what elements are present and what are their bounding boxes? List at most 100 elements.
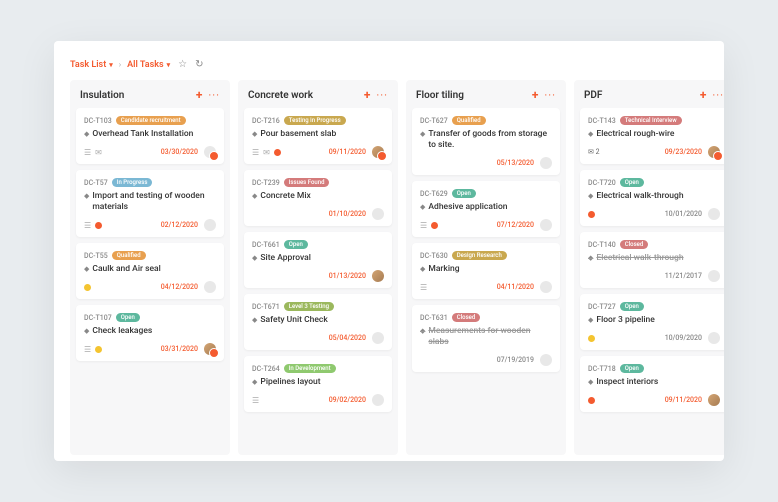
avatar-wrap [369, 394, 384, 406]
card-footer: ☰✉ 09/11/2020 [252, 146, 384, 158]
task-card[interactable]: DC-T727 Open ◆ Floor 3 pipeline 10/09/20… [580, 294, 724, 350]
status-badge: Testing in Progress [284, 116, 346, 125]
card-footer: 01/13/2020 [252, 270, 384, 282]
assignee-avatar[interactable] [540, 281, 552, 293]
task-card[interactable]: DC-T661 Open ◆ Site Approval 01/13/2020 [244, 232, 392, 288]
task-card[interactable]: DC-T627 Qualified ◆ Transfer of goods fr… [412, 108, 560, 175]
task-title: ◆ Marking [420, 264, 552, 275]
star-icon[interactable]: ☆ [178, 59, 187, 70]
task-card[interactable]: DC-T264 In Development ◆ Pipelines layou… [244, 356, 392, 412]
assignee-avatar[interactable] [540, 354, 552, 366]
avatar-wrap [537, 157, 552, 169]
task-title: ◆ Inspect interiors [588, 377, 720, 388]
column-menu-button[interactable]: ··· [544, 89, 556, 102]
chat-icon: ✉ [263, 148, 270, 157]
task-card[interactable]: DC-T720 Open ◆ Electrical walk-through 1… [580, 170, 724, 226]
card-footer: ☰ 03/31/2020 [84, 343, 216, 355]
assignee-avatar[interactable] [708, 332, 720, 344]
comment-count: ✉ 2 [588, 148, 600, 156]
card-footer: ☰ 02/12/2020 [84, 219, 216, 231]
add-card-button[interactable]: + [700, 88, 707, 102]
assignee-avatar[interactable] [540, 219, 552, 231]
column-menu-button[interactable]: ··· [208, 89, 220, 102]
breadcrumb-list[interactable]: Task List ▾ [70, 60, 113, 70]
card-header: DC-T107 Open [84, 313, 216, 322]
assignee-avatar[interactable] [372, 394, 384, 406]
diamond-icon: ◆ [84, 265, 89, 274]
column-body: DC-T627 Qualified ◆ Transfer of goods fr… [406, 108, 566, 455]
column-header: Floor tiling + ··· [406, 80, 566, 108]
task-id: DC-T216 [252, 117, 280, 125]
footer-left [84, 284, 91, 291]
avatar-wrap [705, 332, 720, 344]
task-card[interactable]: DC-T140 Closed ◆ Electrical walk-through… [580, 232, 724, 288]
add-card-button[interactable]: + [532, 88, 539, 102]
assignee-avatar[interactable] [708, 208, 720, 220]
alert-badge [209, 348, 219, 358]
assignee-avatar[interactable] [372, 332, 384, 344]
diamond-icon: ◆ [84, 192, 89, 201]
due-date: 10/01/2020 [665, 210, 702, 218]
task-card[interactable]: DC-T143 Technical Interview ◆ Electrical… [580, 108, 724, 164]
footer-right: 09/11/2020 [329, 146, 384, 158]
task-id: DC-T661 [252, 241, 280, 249]
task-card[interactable]: DC-T57 In Progress ◆ Import and testing … [76, 170, 224, 237]
footer-right: 10/01/2020 [665, 208, 720, 220]
refresh-icon[interactable]: ↻ [195, 59, 203, 70]
priority-dot [588, 397, 595, 404]
card-footer: 07/19/2019 [420, 354, 552, 366]
card-header: DC-T143 Technical Interview [588, 116, 720, 125]
task-card[interactable]: DC-T630 Design Research ◆ Marking ☰ 04/1… [412, 243, 560, 299]
task-card[interactable]: DC-T671 Level 3 Testing ◆ Safety Unit Ch… [244, 294, 392, 350]
column-menu-button[interactable]: ··· [712, 89, 724, 102]
priority-dot [95, 222, 102, 229]
footer-right: 09/23/2020 [665, 146, 720, 158]
assignee-avatar[interactable] [372, 208, 384, 220]
task-title: ◆ Overhead Tank Installation [84, 129, 216, 140]
column-body: DC-T143 Technical Interview ◆ Electrical… [574, 108, 724, 455]
diamond-icon: ◆ [252, 130, 257, 139]
assignee-avatar[interactable] [204, 219, 216, 231]
footer-left [588, 397, 595, 404]
footer-left: ☰✉ [252, 148, 281, 157]
task-title: ◆ Safety Unit Check [252, 315, 384, 326]
footer-left: ☰ [420, 283, 427, 292]
breadcrumb-filter[interactable]: All Tasks ▾ [127, 60, 170, 70]
task-card[interactable]: DC-T629 Open ◆ Adhesive application ☰ 07… [412, 181, 560, 237]
column-menu-button[interactable]: ··· [376, 89, 388, 102]
footer-right: 09/11/2020 [665, 394, 720, 406]
column-body: DC-T216 Testing in Progress ◆ Pour basem… [238, 108, 398, 455]
add-card-button[interactable]: + [364, 88, 371, 102]
add-card-button[interactable]: + [196, 88, 203, 102]
diamond-icon: ◆ [420, 327, 425, 336]
task-card[interactable]: DC-T718 Open ◆ Inspect interiors 09/11/2… [580, 356, 724, 412]
column-title: Floor tiling [416, 90, 464, 101]
assignee-avatar[interactable] [372, 270, 384, 282]
task-card[interactable]: DC-T216 Testing in Progress ◆ Pour basem… [244, 108, 392, 164]
chat-icon: ✉ [95, 148, 102, 157]
assignee-avatar[interactable] [204, 281, 216, 293]
assignee-avatar[interactable] [540, 157, 552, 169]
avatar-wrap [369, 332, 384, 344]
diamond-icon: ◆ [84, 327, 89, 336]
footer-right: 01/13/2020 [329, 270, 384, 282]
task-card[interactable]: DC-T107 Open ◆ Check leakages ☰ 03/31/20… [76, 305, 224, 361]
card-header: DC-T671 Level 3 Testing [252, 302, 384, 311]
avatar-wrap [705, 208, 720, 220]
card-footer: 01/10/2020 [252, 208, 384, 220]
assignee-avatar[interactable] [708, 270, 720, 282]
card-footer: 09/11/2020 [588, 394, 720, 406]
task-id: DC-T239 [252, 179, 280, 187]
footer-right: 05/13/2020 [497, 157, 552, 169]
task-card[interactable]: DC-T103 Candidate recruitment ◆ Overhead… [76, 108, 224, 164]
assignee-avatar[interactable] [708, 394, 720, 406]
due-date: 05/13/2020 [497, 159, 534, 167]
task-card[interactable]: DC-T239 Issues Found ◆ Concrete Mix 01/1… [244, 170, 392, 226]
avatar-wrap [537, 281, 552, 293]
card-header: DC-T216 Testing in Progress [252, 116, 384, 125]
task-card[interactable]: DC-T631 Closed ◆ Measurements for wooden… [412, 305, 560, 372]
task-card[interactable]: DC-T55 Qualified ◆ Caulk and Air seal 04… [76, 243, 224, 299]
footer-left: ☰ [420, 221, 438, 230]
status-badge: Qualified [452, 116, 486, 125]
task-title: ◆ Adhesive application [420, 202, 552, 213]
